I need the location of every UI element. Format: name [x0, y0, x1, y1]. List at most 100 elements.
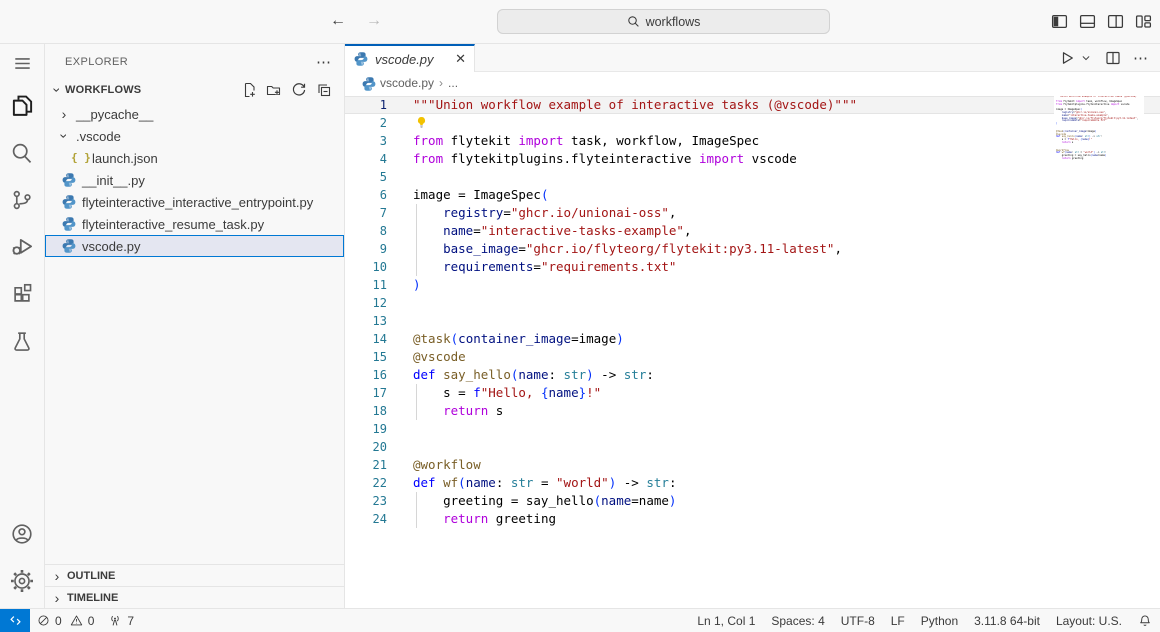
- code-line-6[interactable]: 6image = ImageSpec(: [345, 186, 1160, 204]
- line-number[interactable]: 4: [345, 150, 413, 168]
- code-line-18[interactable]: 18 return s: [345, 402, 1160, 420]
- code-line-9[interactable]: 9 base_image="ghcr.io/flyteorg/flytekit:…: [345, 240, 1160, 258]
- line-number[interactable]: 5: [345, 168, 413, 186]
- code-line-14[interactable]: 14@task(container_image=image): [345, 330, 1160, 348]
- navigate-back-icon[interactable]: ←: [330, 12, 346, 30]
- file-tree-item--vscode[interactable]: ›.vscode: [45, 125, 344, 147]
- file-tree-item-flyteinteractive-interactive-entrypoint-py[interactable]: flyteinteractive_interactive_entrypoint.…: [45, 191, 344, 213]
- line-number[interactable]: 20: [345, 438, 413, 456]
- line-number[interactable]: 11: [345, 276, 413, 294]
- problems-status[interactable]: 0 0: [30, 609, 101, 632]
- activity-item-explorer[interactable]: [0, 82, 45, 129]
- minimap[interactable]: """Union workflow example of interactive…: [1054, 96, 1144, 216]
- cursor-position-status[interactable]: Ln 1, Col 1: [689, 609, 763, 632]
- line-number[interactable]: 2: [345, 114, 413, 132]
- toggle-panel-icon[interactable]: [1079, 13, 1096, 30]
- line-number[interactable]: 23: [345, 492, 413, 510]
- file-tree-item-vscode-py[interactable]: vscode.py: [45, 235, 344, 257]
- line-number[interactable]: 16: [345, 366, 413, 384]
- activity-item-run-and-debug[interactable]: [0, 223, 45, 270]
- run-python-file-button[interactable]: [1059, 50, 1075, 66]
- code-line-4[interactable]: 4from flytekitplugins.flyteinteractive i…: [345, 150, 1160, 168]
- command-center-search[interactable]: workflows: [497, 9, 830, 34]
- eol-status[interactable]: LF: [883, 609, 913, 632]
- code-line-10[interactable]: 10 requirements="requirements.txt": [345, 258, 1160, 276]
- code-editor[interactable]: 1 """Union workflow example of interactiv…: [345, 94, 1160, 608]
- refresh-icon[interactable]: [291, 82, 307, 98]
- line-number[interactable]: 13: [345, 312, 413, 330]
- file-tree-item--pycache-[interactable]: ›__pycache__: [45, 103, 344, 125]
- lightbulb-icon[interactable]: [415, 116, 428, 129]
- language-mode-status[interactable]: Python: [913, 609, 966, 632]
- activity-item-settings-gear[interactable]: [0, 557, 45, 604]
- code-line-13[interactable]: 13: [345, 312, 1160, 330]
- python-interpreter-status[interactable]: 3.11.8 64-bit: [966, 609, 1048, 632]
- code-line-19[interactable]: 19: [345, 420, 1160, 438]
- activity-item-menu[interactable]: [0, 44, 45, 82]
- code-line-24[interactable]: 24 return greeting: [345, 510, 1160, 528]
- code-line-1[interactable]: 1"""Union workflow example of interactiv…: [345, 96, 1160, 114]
- new-file-icon[interactable]: [241, 82, 257, 98]
- line-number[interactable]: 8: [345, 222, 413, 240]
- file-tree-item-launch-json[interactable]: { }launch.json: [45, 147, 344, 169]
- code-line-2[interactable]: 2: [345, 114, 1160, 132]
- code-line-17[interactable]: 17 s = f"Hello, {name}!": [345, 384, 1160, 402]
- code-line-21[interactable]: 21@workflow: [345, 456, 1160, 474]
- code-line-12[interactable]: 12: [345, 294, 1160, 312]
- breadcrumb[interactable]: vscode.py › ...: [345, 72, 1160, 94]
- toggle-secondary-sidebar-icon[interactable]: [1107, 13, 1124, 30]
- code-line-23[interactable]: 23 greeting = say_hello(name=name): [345, 492, 1160, 510]
- code-line-15[interactable]: 15@vscode: [345, 348, 1160, 366]
- file-tree-item--init-py[interactable]: __init__.py: [45, 169, 344, 191]
- line-number[interactable]: 21: [345, 456, 413, 474]
- line-number[interactable]: 18: [345, 402, 413, 420]
- outline-section[interactable]: › OUTLINE: [45, 564, 344, 586]
- toggle-primary-sidebar-icon[interactable]: [1051, 13, 1068, 30]
- activity-item-search[interactable]: [0, 129, 45, 176]
- file-tree-item-flyteinteractive-resume-task-py[interactable]: flyteinteractive_resume_task.py: [45, 213, 344, 235]
- keyboard-layout-status[interactable]: Layout: U.S.: [1048, 609, 1130, 632]
- close-tab-icon[interactable]: ✕: [455, 51, 466, 67]
- forwarded-ports-status[interactable]: 7: [101, 609, 141, 632]
- remote-indicator[interactable]: [0, 609, 30, 632]
- new-folder-icon[interactable]: [266, 82, 282, 98]
- run-dropdown-chevron-icon[interactable]: [1081, 50, 1091, 66]
- code-line-22[interactable]: 22def wf(name: str = "world") -> str:: [345, 474, 1160, 492]
- code-line-5[interactable]: 5: [345, 168, 1160, 186]
- code-line-20[interactable]: 20: [345, 438, 1160, 456]
- timeline-section[interactable]: › TIMELINE: [45, 586, 344, 608]
- activity-item-extensions[interactable]: [0, 270, 45, 317]
- encoding-status[interactable]: UTF-8: [833, 609, 883, 632]
- breadcrumb-file[interactable]: vscode.py: [380, 76, 434, 90]
- line-number[interactable]: 7: [345, 204, 413, 222]
- line-number[interactable]: 1: [345, 96, 413, 114]
- line-number[interactable]: 14: [345, 330, 413, 348]
- line-number[interactable]: 17: [345, 384, 413, 402]
- code-line-3[interactable]: 3from flytekit import task, workflow, Im…: [345, 132, 1160, 150]
- line-number[interactable]: 3: [345, 132, 413, 150]
- line-number[interactable]: 24: [345, 510, 413, 528]
- activity-item-testing[interactable]: [0, 317, 45, 364]
- collapse-all-icon[interactable]: [316, 82, 332, 98]
- editor-more-actions-icon[interactable]: ⋯: [1133, 50, 1148, 66]
- activity-item-source-control[interactable]: [0, 176, 45, 223]
- customize-layout-icon[interactable]: [1135, 13, 1152, 30]
- breadcrumb-symbol[interactable]: ...: [448, 76, 458, 90]
- explorer-more-actions-icon[interactable]: ⋯: [316, 53, 332, 71]
- line-number[interactable]: 12: [345, 294, 413, 312]
- line-number[interactable]: 9: [345, 240, 413, 258]
- code-line-8[interactable]: 8 name="interactive-tasks-example",: [345, 222, 1160, 240]
- line-number[interactable]: 19: [345, 420, 413, 438]
- workflows-section-header[interactable]: › WORKFLOWS: [45, 79, 344, 101]
- notifications-bell[interactable]: [1130, 609, 1160, 632]
- indentation-status[interactable]: Spaces: 4: [763, 609, 832, 632]
- line-number[interactable]: 6: [345, 186, 413, 204]
- line-number[interactable]: 10: [345, 258, 413, 276]
- line-number[interactable]: 15: [345, 348, 413, 366]
- tab-vscode-py[interactable]: vscode.py ✕: [345, 44, 475, 72]
- line-number[interactable]: 22: [345, 474, 413, 492]
- activity-item-account[interactable]: [0, 510, 45, 557]
- code-line-11[interactable]: 11): [345, 276, 1160, 294]
- navigate-forward-icon[interactable]: →: [366, 12, 382, 30]
- code-line-16[interactable]: 16def say_hello(name: str) -> str:: [345, 366, 1160, 384]
